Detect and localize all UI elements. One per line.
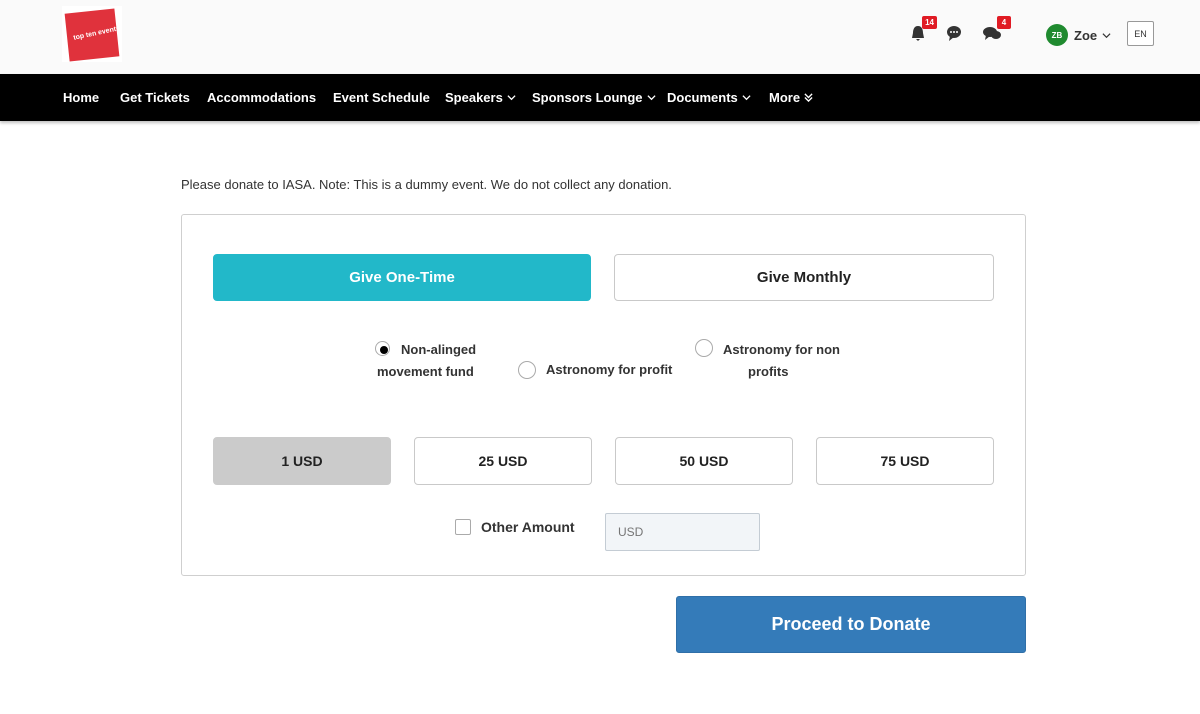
nav-label: Sponsors Lounge — [532, 90, 643, 105]
fund-label: Non-alinged — [401, 339, 476, 361]
fund-label-line2: movement fund — [377, 364, 474, 379]
nav-label: Accommodations — [207, 90, 317, 105]
fund-option-astronomy-profit[interactable]: Astronomy for profit — [518, 361, 672, 381]
top-header: top ten events 14 4 ZB Zoe EN — [0, 0, 1200, 74]
amount-1-usd-button[interactable]: 1 USD — [213, 437, 391, 485]
nav-documents[interactable]: Documents — [667, 90, 751, 105]
donation-note: Please donate to IASA. Note: This is a d… — [181, 177, 672, 192]
fund-label-line1: Non-alinged — [401, 342, 477, 357]
other-amount-checkbox[interactable] — [455, 519, 471, 535]
amount-75-usd-button[interactable]: 75 USD — [816, 437, 994, 485]
nav-more[interactable]: More — [769, 90, 813, 105]
fund-radio[interactable] — [375, 341, 390, 356]
fund-label-line2-wrap: movement fund — [377, 361, 474, 383]
nav-sponsors-lounge[interactable]: Sponsors Lounge — [532, 90, 656, 105]
nav-speakers[interactable]: Speakers — [445, 90, 516, 105]
give-monthly-button[interactable]: Give Monthly — [614, 254, 994, 301]
nav-home[interactable]: Home — [63, 90, 99, 105]
fund-radio[interactable] — [518, 361, 536, 379]
user-name: Zoe — [1074, 27, 1098, 43]
other-amount-input[interactable] — [605, 513, 760, 551]
other-amount-label: Other Amount — [481, 519, 575, 535]
chat-icon[interactable] — [943, 22, 965, 44]
other-amount-option[interactable]: Other Amount — [455, 519, 575, 535]
user-menu[interactable]: ZB Zoe — [1046, 24, 1111, 46]
avatar: ZB — [1046, 24, 1068, 46]
event-logo[interactable]: top ten events — [62, 6, 122, 62]
nav-label: Documents — [667, 90, 738, 105]
messages-icon[interactable]: 4 — [981, 16, 1011, 44]
nav-label: Home — [63, 90, 100, 105]
nav-accommodations[interactable]: Accommodations — [207, 90, 316, 105]
fund-label-line1: Astronomy for profit — [546, 362, 673, 377]
fund-label-line1: Astronomy for non — [723, 342, 840, 357]
nav-event-schedule[interactable]: Event Schedule — [333, 90, 430, 105]
fund-label-line2: profits — [748, 364, 789, 379]
amount-25-usd-button[interactable]: 25 USD — [414, 437, 592, 485]
fund-radio[interactable] — [695, 339, 713, 357]
nav-label: Get Tickets — [120, 90, 190, 105]
chevron-down-icon — [742, 95, 751, 101]
bell-icon[interactable]: 14 — [907, 16, 937, 44]
chevron-down-icon — [507, 95, 516, 101]
chevron-down-icon — [1102, 32, 1111, 38]
proceed-to-donate-button[interactable]: Proceed to Donate — [676, 596, 1026, 653]
donation-card: Give One-Time Give Monthly Non-alinged m… — [181, 214, 1026, 576]
language-selector[interactable]: EN — [1127, 21, 1154, 46]
nav-label: More — [769, 90, 801, 105]
nav-get-tickets[interactable]: Get Tickets — [120, 90, 190, 105]
nav-label: Event Schedule — [333, 90, 430, 105]
double-chevron-down-icon — [804, 93, 813, 102]
notification-badge: 14 — [922, 16, 937, 29]
messages-badge: 4 — [997, 16, 1011, 29]
fund-option-non-aligned[interactable]: Non-alinged — [375, 339, 500, 361]
amount-50-usd-button[interactable]: 50 USD — [615, 437, 793, 485]
fund-option-astronomy-nonprofit[interactable]: Astronomy for non — [695, 339, 840, 361]
give-one-time-button[interactable]: Give One-Time — [213, 254, 591, 301]
fund-label-line2-wrap: profits — [748, 361, 788, 383]
nav-label: Speakers — [445, 90, 503, 105]
chevron-down-icon — [646, 95, 656, 101]
main-nav: Home Get Tickets Accommodations Event Sc… — [0, 74, 1200, 121]
